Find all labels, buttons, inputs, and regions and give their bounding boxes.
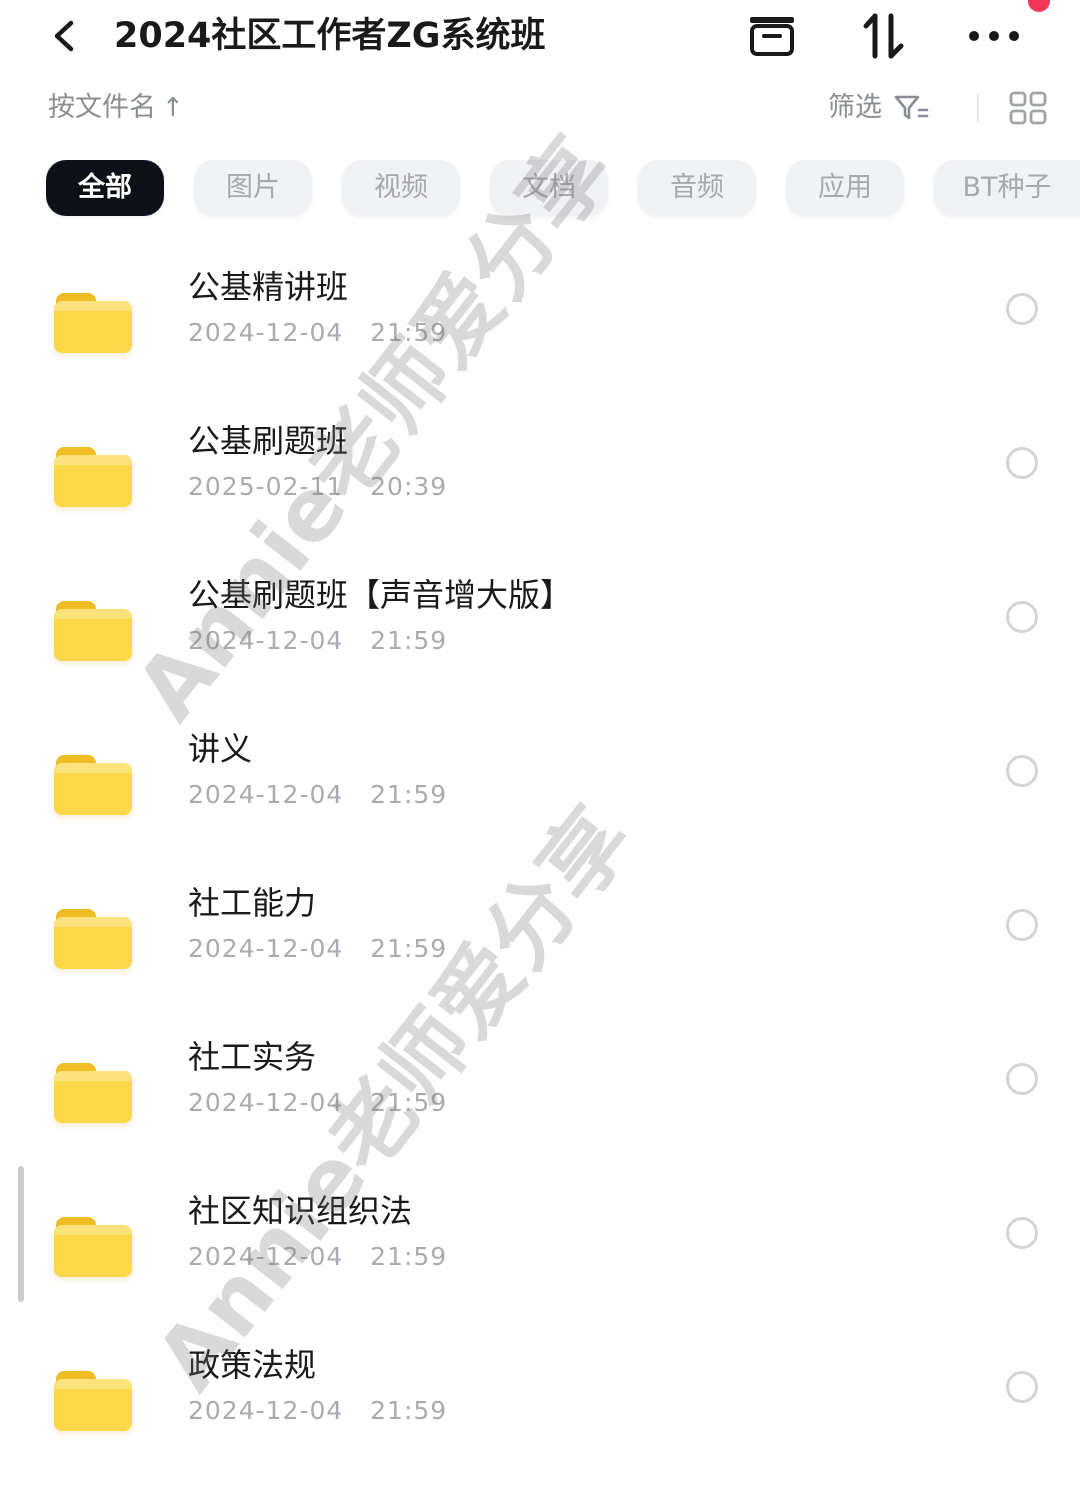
file-name: 公基刷题班 [188, 422, 349, 460]
folder-icon [54, 447, 134, 507]
file-date: 2024-12-04 21:59 [188, 626, 448, 655]
file-name: 社工能力 [188, 884, 317, 922]
page-title: 2024社区工作者ZG系统班 [114, 16, 546, 56]
file-date: 2024-12-04 21:59 [188, 1396, 448, 1425]
sort-arrow-icon: ↑ [162, 93, 184, 123]
file-date: 2024-12-04 21:59 [188, 934, 448, 963]
sort-filter-bar: 按文件名 ↑ 筛选 [0, 80, 1080, 136]
file-list-item[interactable]: 政策法规 2024-12-04 21:59 [0, 1333, 1080, 1487]
file-list-item[interactable]: 讲义 2024-12-04 21:59 [0, 717, 1080, 871]
chevron-left-icon [54, 20, 74, 52]
folder-icon [54, 1217, 134, 1277]
select-radio[interactable] [1006, 293, 1038, 325]
more-dots-icon [969, 31, 1019, 41]
file-name: 社区知识组织法 [188, 1192, 413, 1230]
sort-button[interactable] [856, 8, 912, 64]
file-list-item[interactable]: 社工能力 2024-12-04 21:59 [0, 871, 1080, 1025]
scrollbar[interactable] [18, 1166, 24, 1302]
file-date: 2024-12-04 21:59 [188, 1088, 448, 1117]
file-name: 政策法规 [188, 1346, 317, 1384]
file-name: 公基精讲班 [188, 268, 349, 306]
file-list-item[interactable]: 社区知识组织法 2024-12-04 21:59 [0, 1179, 1080, 1333]
file-list-item[interactable]: 公基刷题班【声音增大版】 2024-12-04 21:59 [0, 563, 1080, 717]
folder-icon [54, 909, 134, 969]
sort-by-name-button[interactable]: 按文件名 ↑ [48, 88, 184, 128]
back-button[interactable] [40, 10, 88, 62]
tab-images[interactable]: 图片 [194, 160, 312, 216]
toolbar-divider [977, 94, 979, 122]
filter-button[interactable]: 筛选 [828, 88, 930, 128]
file-name: 公基刷题班【声音增大版】 [188, 576, 573, 614]
file-list-item[interactable]: 公基精讲班 2024-12-04 21:59 [0, 255, 1080, 409]
grid-view-button[interactable] [1006, 88, 1050, 128]
sort-label: 按文件名 [48, 92, 156, 123]
more-button[interactable] [966, 8, 1022, 64]
tab-all[interactable]: 全部 [46, 160, 164, 216]
select-radio[interactable] [1006, 1371, 1038, 1403]
archive-button[interactable] [744, 8, 800, 64]
file-name: 社工实务 [188, 1038, 317, 1076]
archive-box-icon [750, 17, 794, 56]
folder-icon [54, 755, 134, 815]
grid-view-icon [1009, 91, 1047, 125]
select-radio[interactable] [1006, 1063, 1038, 1095]
tab-documents[interactable]: 文档 [490, 160, 608, 216]
folder-icon [54, 1371, 134, 1431]
tab-videos[interactable]: 视频 [342, 160, 460, 216]
notification-dot [1028, 0, 1050, 12]
file-date: 2024-12-04 21:59 [188, 780, 448, 809]
folder-icon [54, 601, 134, 661]
file-name: 讲义 [188, 730, 253, 768]
file-list-item[interactable]: 公基刷题班 2025-02-11 20:39 [0, 409, 1080, 563]
filter-icon [894, 95, 929, 120]
tab-apps[interactable]: 应用 [786, 160, 904, 216]
file-date: 2025-02-11 20:39 [188, 472, 448, 501]
top-bar: 2024社区工作者ZG系统班 [0, 0, 1080, 72]
category-tabs: 全部 图片 视频 文档 音频 应用 BT种子 [0, 160, 1080, 218]
select-radio[interactable] [1006, 909, 1038, 941]
filter-label: 筛选 [828, 92, 882, 123]
select-radio[interactable] [1006, 755, 1038, 787]
folder-icon [54, 1063, 134, 1123]
select-radio[interactable] [1006, 447, 1038, 479]
sort-swap-icon [863, 13, 904, 59]
file-date: 2024-12-04 21:59 [188, 1242, 448, 1271]
tab-bt-torrent[interactable]: BT种子 [934, 160, 1080, 216]
select-radio[interactable] [1006, 1217, 1038, 1249]
select-radio[interactable] [1006, 601, 1038, 633]
file-list-item[interactable]: 社工实务 2024-12-04 21:59 [0, 1025, 1080, 1179]
file-date: 2024-12-04 21:59 [188, 318, 448, 347]
tab-audio[interactable]: 音频 [638, 160, 756, 216]
folder-icon [54, 293, 134, 353]
